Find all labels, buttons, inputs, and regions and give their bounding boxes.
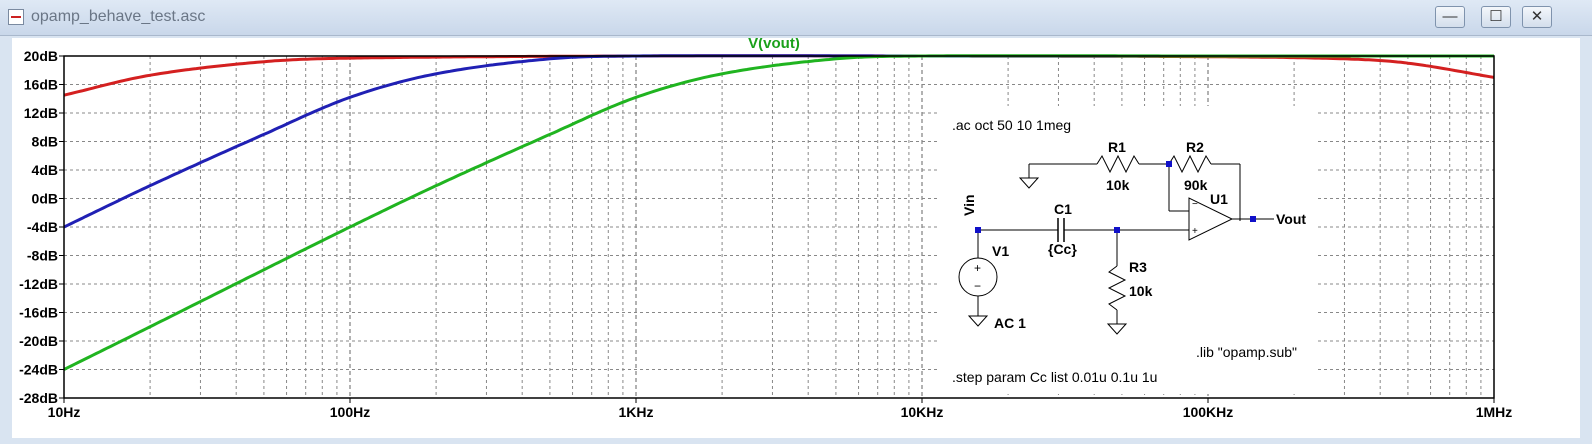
x-tick-label: 100KHz (1183, 404, 1234, 420)
close-button[interactable]: ✕ (1522, 6, 1552, 28)
y-tick-label: 12dB (24, 105, 58, 121)
c1-value: {Cc} (1048, 241, 1077, 257)
vout-label: Vout (1276, 211, 1306, 227)
x-tick-label: 1KHz (618, 404, 653, 420)
x-tick-label: 10KHz (901, 404, 944, 420)
window-title: opamp_behave_test.asc (31, 8, 206, 25)
node-dot-noninv (1114, 227, 1120, 233)
y-tick-label: -20dB (19, 333, 58, 349)
y-tick-label: -16dB (19, 305, 58, 321)
x-axis-ticks: 10Hz 100Hz 1KHz 10KHz 100KHz 1MHz (48, 398, 1513, 420)
y-tick-label: -24dB (19, 362, 58, 378)
r3-value: 10k (1129, 283, 1153, 299)
y-tick-label: 16dB (24, 77, 58, 93)
v1-value: AC 1 (994, 315, 1026, 331)
ac-directive[interactable]: .ac oct 50 10 1meg (952, 117, 1071, 133)
node-dot-vin (975, 227, 981, 233)
y-tick-label: 8dB (32, 134, 58, 150)
y-tick-label: -12dB (19, 276, 58, 292)
vin-label: Vin (961, 194, 977, 216)
v1-name: V1 (992, 243, 1009, 259)
y-tick-label: -8dB (27, 248, 58, 264)
title-bar: opamp_behave_test.asc — ☐ ✕ (0, 0, 1592, 36)
u1-name: U1 (1210, 191, 1228, 207)
lib-directive[interactable]: .lib "opamp.sub" (1196, 344, 1297, 360)
v1-minus: − (974, 279, 981, 293)
y-tick-label: 0dB (32, 191, 58, 207)
ltspice-app-icon (8, 9, 24, 25)
node-dot-vout (1250, 216, 1256, 222)
plot-pane[interactable]: 20dB 16dB 12dB 8dB 4dB 0dB -4dB -8dB -12dB -16dB -… (12, 35, 1580, 438)
trace-title[interactable]: V(vout) (748, 35, 800, 52)
r1-value: 10k (1106, 177, 1130, 193)
r2-name: R2 (1186, 139, 1204, 155)
series-line-0[interactable] (63, 54, 1495, 97)
node-dot-inv (1166, 161, 1172, 167)
y-tick-label: 20dB (24, 48, 58, 64)
v1-plus: + (974, 261, 981, 275)
maximize-button[interactable]: ☐ (1481, 6, 1511, 28)
r3-name: R3 (1129, 259, 1147, 275)
step-directive[interactable]: .step param Cc list 0.01u 0.1u 1u (952, 369, 1157, 385)
y-tick-label: 4dB (32, 162, 58, 178)
minimize-button[interactable]: — (1435, 6, 1465, 28)
y-tick-label: -4dB (27, 219, 58, 235)
opamp-plus: + (1192, 226, 1198, 237)
bode-plot[interactable]: 20dB 16dB 12dB 8dB 4dB 0dB -4dB -8dB -12dB -16dB -… (12, 35, 1580, 438)
x-tick-label: 1MHz (1476, 404, 1513, 420)
c1-name: C1 (1054, 201, 1072, 217)
opamp-minus: − (1192, 199, 1198, 210)
r2-value: 90k (1184, 177, 1208, 193)
x-tick-label: 10Hz (48, 404, 81, 420)
x-tick-label: 100Hz (330, 404, 370, 420)
y-axis-ticks: 20dB 16dB 12dB 8dB 4dB 0dB -4dB -8dB -12dB -16dB -… (19, 48, 64, 406)
r1-name: R1 (1108, 139, 1126, 155)
